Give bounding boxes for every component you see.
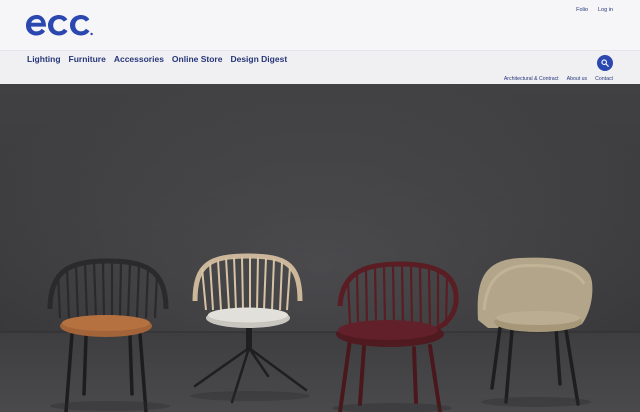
site-header: Folio Log in [0,0,640,50]
nav-lighting[interactable]: Lighting [27,54,61,64]
nav-contact[interactable]: Contact [595,76,613,82]
nav-about-us[interactable]: About us [567,76,587,82]
navigation-bar: Lighting Furniture Accessories Online St… [0,50,640,84]
nav-design-digest[interactable]: Design Digest [230,54,287,64]
nav-architectural-contract[interactable]: Architectural & Contract [504,76,559,82]
ecc-logo[interactable] [26,13,94,37]
login-link[interactable]: Log in [598,7,613,13]
secondary-nav: Architectural & Contract About us Contac… [504,76,613,82]
hero-banner [0,84,640,412]
hero-image [0,84,640,412]
nav-accessories[interactable]: Accessories [114,54,164,64]
main-nav: Lighting Furniture Accessories Online St… [27,54,287,64]
folio-link[interactable]: Folio [576,7,588,13]
utility-nav: Folio Log in [576,7,613,13]
search-icon [601,59,609,67]
nav-online-store[interactable]: Online Store [172,54,223,64]
nav-furniture[interactable]: Furniture [69,54,106,64]
search-button[interactable] [597,55,613,71]
